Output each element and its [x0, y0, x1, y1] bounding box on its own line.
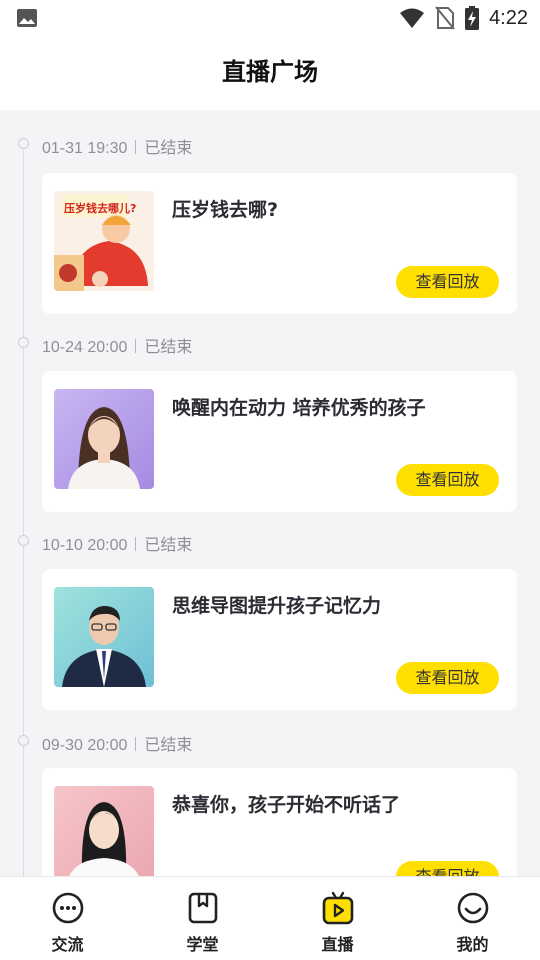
session-status: 已结束	[144, 737, 193, 754]
session-thumbnail	[54, 587, 154, 687]
session-card[interactable]: 唤醒内在动力 培养优秀的孩子 查看回放	[42, 371, 517, 512]
session-datetime: 01-31 19:30	[42, 140, 128, 157]
view-replay-button[interactable]: 查看回放	[396, 662, 499, 694]
session-status: 已结束	[144, 537, 193, 554]
view-replay-button[interactable]: 查看回放	[396, 266, 499, 298]
session-thumbnail: 压岁钱去哪儿?	[54, 191, 154, 291]
session-title: 唤醒内在动力 培养优秀的孩子	[172, 397, 426, 419]
wifi-icon	[400, 8, 425, 28]
session-date-row: 09-30 20:00 已结束	[42, 731, 192, 755]
session-date-row: 01-31 19:30 已结束	[42, 134, 192, 158]
nav-tab-school[interactable]: 学堂	[135, 877, 270, 960]
session-status: 已结束	[144, 140, 193, 157]
timeline-dot	[18, 735, 29, 746]
status-right-group: 4:22	[399, 4, 528, 32]
session-card[interactable]: 压岁钱去哪儿? 压岁钱去哪? 查看回放	[42, 173, 517, 314]
session-datetime: 10-24 20:00	[42, 339, 128, 356]
session-thumbnail	[54, 786, 154, 876]
live-session-list[interactable]: 01-31 19:30 已结束 压岁钱去哪儿? 压岁钱去哪? 查看回放 10-2…	[0, 110, 540, 876]
session-datetime: 09-30 20:00	[42, 737, 128, 754]
speaker-portrait	[54, 587, 154, 687]
nav-label: 直播	[321, 935, 354, 954]
session-date-row: 10-10 20:00 已结束	[42, 531, 192, 555]
image-icon	[17, 9, 37, 27]
chat-bubble-icon	[52, 892, 83, 924]
session-card[interactable]: 思维导图提升孩子记忆力 查看回放	[42, 569, 517, 710]
session-datetime: 10-10 20:00	[42, 537, 128, 554]
view-replay-button[interactable]: 查看回放	[396, 464, 499, 496]
nav-tab-live[interactable]: 直播	[270, 877, 405, 960]
timeline-dot	[18, 535, 29, 546]
no-sim-icon	[435, 6, 455, 30]
session-title: 恭喜你，孩子开始不听话了	[172, 794, 401, 816]
nav-tab-profile[interactable]: 我的	[405, 877, 540, 960]
speaker-portrait	[54, 389, 154, 489]
bookmark-book-icon	[188, 892, 217, 924]
nav-label: 我的	[456, 935, 489, 954]
bottom-nav: 交流 学堂 直播 我的	[0, 876, 540, 960]
nav-label: 学堂	[186, 935, 219, 954]
status-time: 4:22	[489, 6, 528, 29]
session-date-row: 10-24 20:00 已结束	[42, 333, 192, 357]
battery-charging-icon	[465, 6, 480, 30]
status-bar: 4:22	[0, 0, 540, 36]
thumbnail-caption: 压岁钱去哪儿?	[64, 202, 137, 215]
header: 直播广场	[0, 36, 540, 110]
session-status: 已结束	[144, 339, 193, 356]
session-card[interactable]: 恭喜你，孩子开始不听话了 查看回放	[42, 768, 517, 876]
nav-label: 交流	[51, 935, 84, 954]
view-replay-button[interactable]: 查看回放	[396, 861, 499, 876]
live-tv-icon	[322, 891, 353, 925]
session-thumbnail	[54, 389, 154, 489]
timeline-dot	[18, 138, 29, 149]
smiley-profile-icon	[457, 892, 488, 924]
page-title: 直播广场	[222, 58, 318, 86]
session-title: 压岁钱去哪?	[172, 199, 279, 221]
timeline-line	[23, 144, 24, 876]
speaker-portrait	[54, 786, 154, 876]
session-title: 思维导图提升孩子记忆力	[172, 595, 382, 617]
timeline-dot	[18, 337, 29, 348]
nav-tab-community[interactable]: 交流	[0, 877, 135, 960]
